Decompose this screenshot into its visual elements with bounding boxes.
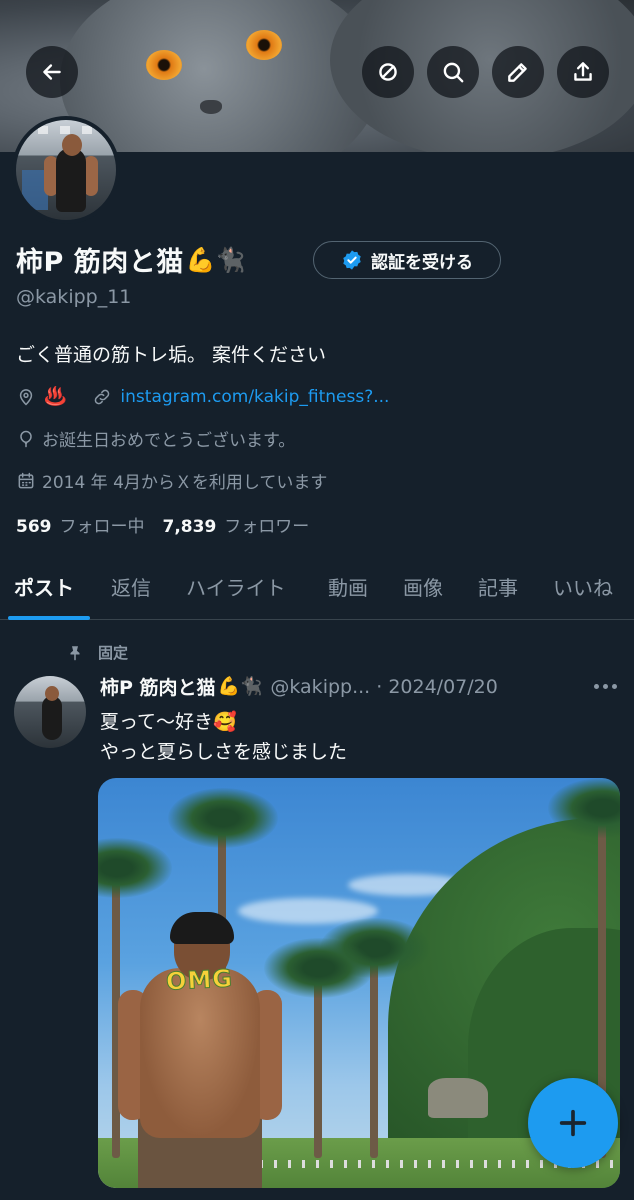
compose-button[interactable] (528, 1078, 618, 1168)
more-dot-icon (602, 683, 608, 689)
profile-handle: @kakipp_11 (16, 286, 132, 308)
pen-icon (508, 63, 527, 82)
location-value: ♨️ (44, 386, 67, 407)
mute-button[interactable] (362, 46, 414, 98)
plus-icon (559, 1109, 587, 1137)
more-dot-icon (611, 683, 617, 689)
circle-slash-icon (379, 63, 397, 81)
palm-leaves (264, 938, 374, 998)
location-link-row: ♨️ instagram.com/kakip_fitness?... (16, 386, 389, 407)
get-verified-label: 認証を受ける (371, 252, 473, 273)
post-author-handle-date[interactable]: @kakipp... · 2024/07/20 (270, 676, 497, 698)
more-dot-icon (593, 683, 599, 689)
avatar-figure (56, 148, 86, 212)
link-icon (95, 389, 110, 404)
tab-images[interactable]: 画像 (403, 572, 443, 601)
arrow-left-icon (43, 64, 61, 80)
tab-articles[interactable]: 記事 (478, 572, 518, 601)
following-label: フォロー中 (59, 517, 145, 537)
pin-icon (70, 645, 80, 660)
cat-eye-left (146, 50, 182, 80)
back-button[interactable] (26, 46, 78, 98)
tab-replies[interactable]: 返信 (111, 572, 151, 601)
pinned-indicator: 固定 (66, 642, 128, 663)
avatar-lights (16, 126, 116, 134)
tab-posts[interactable]: ポスト (14, 572, 74, 601)
omg-sticker: OMG (165, 964, 234, 996)
post-author-name[interactable]: 柿P 筋肉と猫 (100, 673, 216, 700)
search-icon (443, 62, 464, 83)
birthday-row: お誕生日おめでとうございます。 (16, 426, 295, 451)
active-tab-indicator (8, 616, 90, 620)
tab-highlights[interactable]: ハイライト (186, 572, 286, 601)
post-author-avatar[interactable] (14, 676, 86, 748)
cat-nose (200, 100, 222, 114)
post-text-line-1: 夏って〜好き🥰 (100, 711, 237, 733)
cat-eye-right (246, 30, 282, 60)
following-count: 569 (16, 517, 52, 537)
tab-likes[interactable]: いいね (553, 572, 613, 601)
profile-bio: ごく普通の筋トレ垢。 案件ください (16, 344, 327, 366)
post-text: 夏って〜好き🥰 やっと夏らしさを感じました (100, 707, 347, 767)
joined-text: 2014 年 4月からＸを利用しています (42, 473, 328, 493)
pinned-label: 固定 (98, 644, 129, 662)
search-button[interactable] (427, 46, 479, 98)
share-icon (574, 62, 592, 81)
tab-videos[interactable]: 動画 (328, 572, 368, 601)
verified-badge-icon (343, 250, 361, 270)
person-hair (170, 912, 234, 944)
follow-counts: 569 フォロー中 7,839 フォロワー (16, 512, 309, 537)
palm-leaves (98, 838, 172, 898)
profile-avatar[interactable] (12, 116, 120, 224)
post-more-button[interactable] (590, 674, 620, 698)
post-header: 柿P 筋肉と猫 💪🐈‍⬛ @kakipp... · 2024/07/20 (100, 673, 498, 700)
calendar-icon (18, 472, 34, 488)
balloon-icon (20, 430, 32, 447)
location-pin-icon (19, 388, 33, 405)
profile-name: 柿P 筋肉と猫 (16, 247, 184, 278)
post-avatar-figure (42, 696, 62, 740)
rock-cliff (428, 1078, 488, 1118)
palm-leaves (168, 788, 278, 848)
profile-name-emoji: 💪🐈‍⬛ (185, 245, 246, 274)
profile-name-row: 柿P 筋肉と猫 💪🐈‍⬛ (16, 240, 245, 279)
followers-link[interactable]: 7,839 フォロワー (163, 512, 310, 537)
followers-label: フォロワー (224, 517, 310, 537)
profile-website-link[interactable]: instagram.com/kakip_fitness?... (120, 387, 389, 407)
edit-button[interactable] (492, 46, 544, 98)
palm-trunk (370, 948, 378, 1158)
post-avatar-head (45, 686, 59, 701)
avatar-head (62, 134, 82, 156)
post-text-line-2: やっと夏らしさを感じました (100, 741, 348, 763)
followers-count: 7,839 (162, 517, 217, 537)
share-button[interactable] (557, 46, 609, 98)
avatar-arm-right (84, 156, 98, 196)
post-author-emoji: 💪🐈‍⬛ (217, 676, 263, 697)
birthday-text: お誕生日おめでとうございます。 (42, 431, 296, 451)
following-link[interactable]: 569 フォロー中 (16, 512, 145, 537)
joined-row: 2014 年 4月からＸを利用しています (16, 468, 327, 493)
get-verified-button[interactable]: 認証を受ける (313, 241, 501, 279)
profile-tabs: ポスト 返信 ハイライト 動画 画像 記事 いいね (0, 556, 634, 620)
